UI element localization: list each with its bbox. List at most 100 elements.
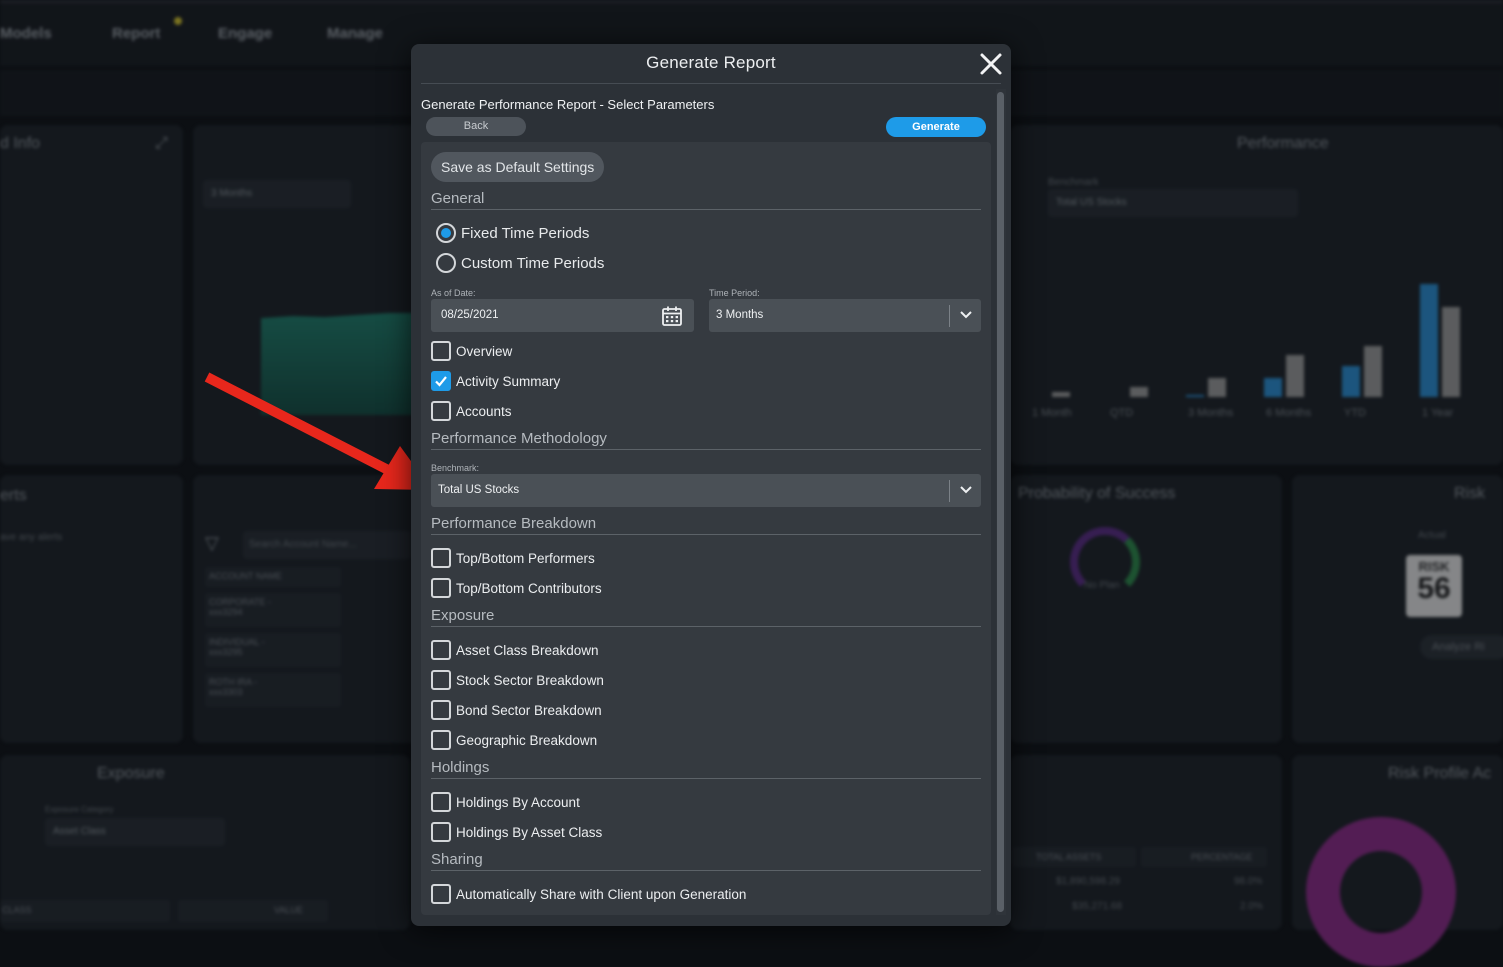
checkbox-holdings-by-asset-class[interactable]: Holdings By Asset Class xyxy=(431,821,602,843)
checkbox-geographic-breakdown[interactable]: Geographic Breakdown xyxy=(431,729,597,751)
section-performance-methodology: Performance Methodology xyxy=(431,430,981,450)
checkbox-label: Bond Sector Breakdown xyxy=(456,702,602,718)
asset-pct: 98.0% xyxy=(1234,876,1263,887)
checkbox-stock-sector-breakdown[interactable]: Stock Sector Breakdown xyxy=(431,669,604,691)
value-chart-panel: 3 Months xyxy=(193,125,423,465)
checkbox-unchecked-icon xyxy=(431,822,451,842)
info-panel-title: d Info xyxy=(0,135,41,152)
asset-total: $35,271.68 xyxy=(1072,901,1123,912)
checkbox-asset-class-breakdown[interactable]: Asset Class Breakdown xyxy=(431,639,599,661)
as-of-date-input[interactable]: 08/25/2021 xyxy=(431,299,694,332)
time-period-label: Time Period: xyxy=(709,288,760,298)
checkbox-unchecked-icon xyxy=(431,401,451,421)
account-search-input[interactable]: Search Account Name... xyxy=(243,531,411,559)
exposure-category-select[interactable]: Asset Class xyxy=(45,818,225,846)
probability-text: No Plan xyxy=(1084,580,1120,591)
class-col-label: CLASS xyxy=(2,905,32,915)
checkbox-unchecked-icon xyxy=(431,730,451,750)
exposure-category-label: Exposure Category xyxy=(45,805,114,814)
performance-category-label: 6 Months xyxy=(1266,407,1312,419)
checkbox-label: Asset Class Breakdown xyxy=(456,642,599,658)
back-button[interactable]: Back xyxy=(426,117,526,136)
save-default-settings-button[interactable]: Save as Default Settings xyxy=(431,152,605,182)
checkbox-unchecked-icon xyxy=(431,670,451,690)
checkbox-unchecked-icon xyxy=(431,700,451,720)
checkbox-automatically-share-with-client-upon-generation[interactable]: Automatically Share with Client upon Gen… xyxy=(431,883,746,905)
checkbox-label: Overview xyxy=(456,343,513,359)
nav-report[interactable]: Report xyxy=(112,25,160,42)
risk-profile-panel: Risk Profile Ac xyxy=(1292,755,1503,967)
performance-bar xyxy=(1442,306,1460,397)
checkbox-label: Stock Sector Breakdown xyxy=(456,672,604,688)
total-assets-header: TOTAL ASSETS xyxy=(1012,847,1136,867)
account-name: ROTH IRA - xxx3303 xyxy=(209,677,258,697)
checkbox-activity-summary[interactable]: Activity Summary xyxy=(431,370,560,392)
table-row[interactable]: CORPORATE - xxx3294 xyxy=(205,593,341,627)
checkbox-holdings-by-account[interactable]: Holdings By Account xyxy=(431,791,580,813)
close-icon xyxy=(980,53,1002,75)
section-sharing: Sharing xyxy=(431,851,981,871)
generate-report-modal: Generate Report Generate Performance Rep… xyxy=(411,44,1011,926)
fixed-time-periods-radio[interactable]: Fixed Time Periods xyxy=(431,222,589,244)
nav-models[interactable]: Models xyxy=(0,25,52,42)
asset-pct: 2.0% xyxy=(1240,901,1263,912)
performance-category-label: YTD xyxy=(1344,407,1366,419)
close-button[interactable] xyxy=(977,50,1005,78)
performance-bar xyxy=(1208,377,1226,397)
value-col-label: VALUE xyxy=(274,905,303,915)
radio-unselected-icon xyxy=(436,253,456,273)
table-header: ACCOUNT NAME xyxy=(205,567,341,587)
performance-bar xyxy=(1186,394,1204,397)
performance-bar xyxy=(1130,386,1148,397)
percentage-header: PERCENTAGE xyxy=(1141,847,1267,867)
generate-button[interactable]: Generate xyxy=(886,117,986,137)
section-performance-breakdown: Performance Breakdown xyxy=(431,515,981,535)
assets-panel: TOTAL ASSETS PERCENTAGE $1,890,598.29 98… xyxy=(1010,755,1282,930)
performance-bar xyxy=(1364,345,1382,397)
analyze-risk-button[interactable]: Analyze Ri xyxy=(1420,635,1503,659)
asset-total: $1,890,598.29 xyxy=(1056,876,1120,887)
checkbox-accounts[interactable]: Accounts xyxy=(431,400,512,422)
notification-dot xyxy=(174,17,182,25)
value-column-header: VALUE xyxy=(178,900,328,922)
chart-period-select[interactable]: 3 Months xyxy=(203,180,351,208)
table-row[interactable]: ROTH IRA - xxx3303 xyxy=(205,673,341,707)
nav-engage[interactable]: Engage xyxy=(218,25,272,42)
checkbox-top-bottom-performers[interactable]: Top/Bottom Performers xyxy=(431,547,595,569)
table-row[interactable]: INDIVIDUAL - xxx3295 xyxy=(205,633,341,667)
select-divider xyxy=(949,305,950,327)
checkbox-unchecked-icon xyxy=(431,341,451,361)
scrollbar-thumb[interactable] xyxy=(997,92,1004,912)
checkbox-label: Holdings By Account xyxy=(456,794,580,810)
performance-panel: Performance Benchmark Total US Stocks 1 … xyxy=(1010,125,1503,465)
calendar-icon[interactable] xyxy=(661,305,683,327)
benchmark-select-bg[interactable]: Total US Stocks xyxy=(1048,189,1298,217)
nav-manage[interactable]: Manage xyxy=(327,25,383,42)
expand-icon[interactable]: ⤢ xyxy=(155,135,168,153)
checkbox-unchecked-icon xyxy=(431,548,451,568)
value-area-chart xyxy=(261,313,421,415)
radio-selected-icon xyxy=(436,223,456,243)
modal-title: Generate Report xyxy=(646,53,776,72)
filter-icon[interactable]: ▽ xyxy=(205,533,219,554)
checkbox-top-bottom-contributors[interactable]: Top/Bottom Contributors xyxy=(431,577,602,599)
accounts-panel: ▽ Search Account Name... ACCOUNT NAME CO… xyxy=(193,475,423,743)
percentage-label: PERCENTAGE xyxy=(1191,852,1253,862)
time-period-value: 3 Months xyxy=(716,309,764,321)
benchmark-select[interactable]: Total US Stocks xyxy=(431,474,981,507)
performance-category-label: 3 Months xyxy=(1188,407,1234,419)
account-name: INDIVIDUAL - xxx3295 xyxy=(209,637,265,657)
risk-badge-value: 56 xyxy=(1417,572,1451,605)
time-period-select[interactable]: 3 Months xyxy=(709,299,981,332)
performance-category-label: QTD xyxy=(1110,407,1134,419)
performance-bar xyxy=(1264,378,1282,397)
checkbox-unchecked-icon xyxy=(431,884,451,904)
performance-category-label: 1 Year xyxy=(1422,407,1454,419)
checkbox-label: Accounts xyxy=(456,403,512,419)
performance-bar xyxy=(1052,392,1070,397)
custom-time-periods-radio[interactable]: Custom Time Periods xyxy=(431,252,604,274)
chevron-down-icon xyxy=(960,486,972,494)
modal-subtitle: Generate Performance Report - Select Par… xyxy=(421,97,715,112)
checkbox-bond-sector-breakdown[interactable]: Bond Sector Breakdown xyxy=(431,699,602,721)
checkbox-overview[interactable]: Overview xyxy=(431,340,512,362)
